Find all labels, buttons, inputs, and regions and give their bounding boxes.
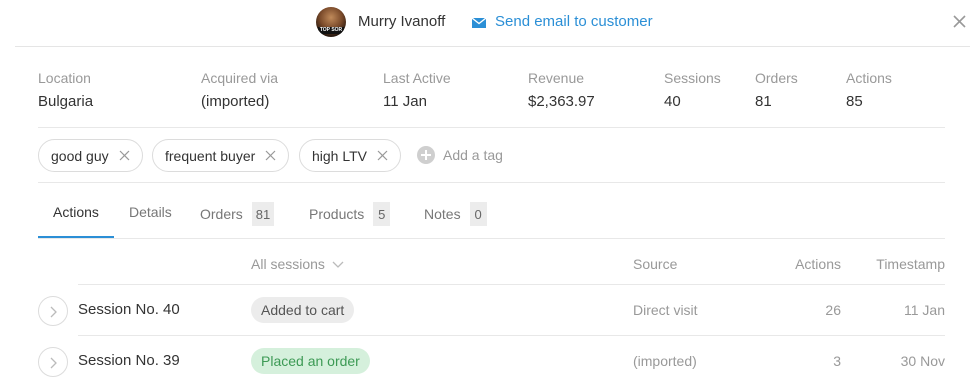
stat-value: 85 bbox=[846, 93, 863, 110]
stat-value: 11 Jan bbox=[383, 93, 427, 110]
stats-divider bbox=[38, 127, 945, 128]
stat-sessions: Sessions 40 bbox=[664, 70, 721, 110]
session-name[interactable]: Session No. 40 bbox=[78, 301, 180, 318]
header-divider bbox=[15, 46, 970, 47]
tab-count-badge: 81 bbox=[251, 202, 275, 226]
tab-actions[interactable]: Actions bbox=[53, 204, 99, 220]
tag-chip: good guy bbox=[38, 139, 143, 172]
tab-label: Details bbox=[129, 204, 172, 220]
session-source: (imported) bbox=[633, 353, 697, 369]
row-divider bbox=[78, 284, 945, 285]
tab-products[interactable]: Products 5 bbox=[309, 202, 391, 226]
session-actions-count: 26 bbox=[825, 302, 841, 318]
sessions-filter-dropdown[interactable]: All sessions bbox=[251, 256, 344, 272]
tab-label: Actions bbox=[53, 204, 99, 220]
remove-tag-icon[interactable] bbox=[119, 150, 130, 161]
expand-row-button[interactable] bbox=[38, 296, 68, 326]
tag-label: high LTV bbox=[312, 147, 367, 164]
customer-name: Murry Ivanoff bbox=[358, 13, 446, 30]
tag-chip: high LTV bbox=[299, 139, 401, 172]
stat-label: Location bbox=[38, 70, 91, 86]
avatar: TOP SOR bbox=[316, 7, 346, 37]
sessions-filter-label: All sessions bbox=[251, 256, 325, 272]
remove-tag-icon[interactable] bbox=[377, 150, 388, 161]
tab-label: Notes bbox=[424, 206, 461, 222]
plus-icon bbox=[417, 146, 435, 164]
stat-value: $2,363.97 bbox=[528, 93, 595, 110]
send-email-label: Send email to customer bbox=[495, 13, 653, 30]
session-actions-count: 3 bbox=[833, 353, 841, 369]
stat-label: Actions bbox=[846, 70, 892, 86]
close-icon[interactable] bbox=[951, 13, 969, 31]
stat-label: Orders bbox=[755, 70, 798, 86]
stat-value: 81 bbox=[755, 93, 772, 110]
column-header-source: Source bbox=[633, 256, 678, 272]
stat-value: Bulgaria bbox=[38, 93, 94, 110]
tags-divider bbox=[38, 182, 945, 183]
column-header-actions: Actions bbox=[795, 256, 841, 272]
avatar-badge: TOP SOR bbox=[318, 27, 344, 34]
tag-chip: frequent buyer bbox=[152, 139, 290, 172]
tab-label: Orders bbox=[200, 206, 243, 222]
stat-value: (imported) bbox=[201, 93, 270, 110]
tab-count-badge: 5 bbox=[373, 202, 391, 226]
tabs-divider bbox=[38, 238, 945, 239]
send-email-link[interactable]: Send email to customer bbox=[472, 13, 653, 30]
envelope-icon bbox=[472, 17, 486, 28]
session-name[interactable]: Session No. 39 bbox=[78, 352, 180, 369]
chevron-down-icon bbox=[332, 261, 344, 268]
stat-value: 40 bbox=[664, 93, 681, 110]
stat-actions: Actions 85 bbox=[846, 70, 892, 110]
stat-orders: Orders 81 bbox=[755, 70, 798, 110]
session-timestamp: 11 Jan bbox=[904, 302, 945, 318]
chevron-right-icon bbox=[50, 306, 57, 318]
stat-location: Location Bulgaria bbox=[38, 70, 93, 110]
stat-acquired: Acquired via (imported) bbox=[201, 70, 278, 110]
stat-label: Revenue bbox=[528, 70, 585, 86]
tag-label: frequent buyer bbox=[165, 147, 256, 164]
tab-orders[interactable]: Orders 81 bbox=[200, 202, 275, 226]
stat-revenue: Revenue $2,363.97 bbox=[528, 70, 595, 110]
add-tag-label: Add a tag bbox=[443, 147, 503, 163]
stat-label: Last Active bbox=[383, 70, 451, 86]
stat-label: Sessions bbox=[664, 70, 721, 86]
status-badge: Added to cart bbox=[251, 297, 355, 323]
column-header-timestamp: Timestamp bbox=[876, 256, 945, 272]
tag-label: good guy bbox=[51, 147, 109, 164]
expand-row-button[interactable] bbox=[38, 347, 68, 377]
session-timestamp: 30 Nov bbox=[900, 353, 945, 369]
row-divider bbox=[78, 335, 945, 336]
session-source: Direct visit bbox=[633, 302, 698, 318]
customer-header: TOP SOR Murry Ivanoff Send email to cust… bbox=[0, 0, 979, 46]
stat-label: Acquired via bbox=[201, 70, 279, 86]
tab-notes[interactable]: Notes 0 bbox=[424, 202, 487, 226]
status-badge: Placed an order bbox=[251, 348, 370, 374]
chevron-right-icon bbox=[50, 357, 57, 369]
stat-last-active: Last Active 11 Jan bbox=[383, 70, 451, 110]
add-tag-button[interactable]: Add a tag bbox=[417, 146, 503, 164]
tab-label: Products bbox=[309, 206, 365, 222]
tab-count-badge: 0 bbox=[469, 202, 487, 226]
tab-details[interactable]: Details bbox=[129, 204, 172, 220]
remove-tag-icon[interactable] bbox=[265, 150, 276, 161]
